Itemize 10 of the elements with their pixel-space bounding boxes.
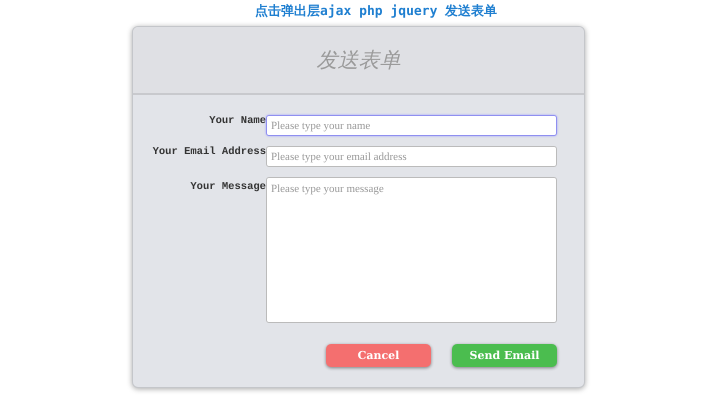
- input-field[interactable]: Please type your email address: [266, 146, 557, 167]
- field-label: Your Name: [208, 115, 266, 127]
- input-field[interactable]: Please type your name: [266, 115, 557, 136]
- dialog-title: 发送表单: [316, 47, 400, 74]
- field-label: Your Email Address: [152, 146, 266, 158]
- send-button[interactable]: Send Email: [452, 344, 557, 367]
- cancel-button[interactable]: Cancel: [326, 344, 431, 367]
- page-title: 点击弹出层ajax php jquery 发送表单: [255, 3, 498, 21]
- message-field[interactable]: Please type your message: [266, 177, 557, 323]
- field-label: Your Message: [189, 180, 266, 193]
